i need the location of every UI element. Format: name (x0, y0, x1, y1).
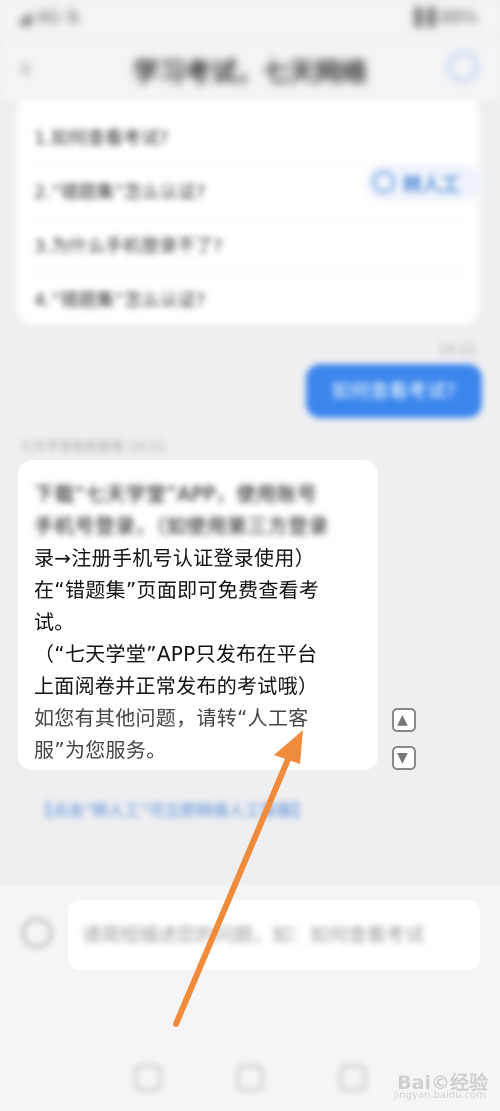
arrow-shaft (173, 747, 295, 1027)
annotation-arrow (173, 730, 303, 1027)
watermark-url: jingyan.baidu.com (393, 1090, 486, 1101)
arrow-head (274, 730, 303, 764)
